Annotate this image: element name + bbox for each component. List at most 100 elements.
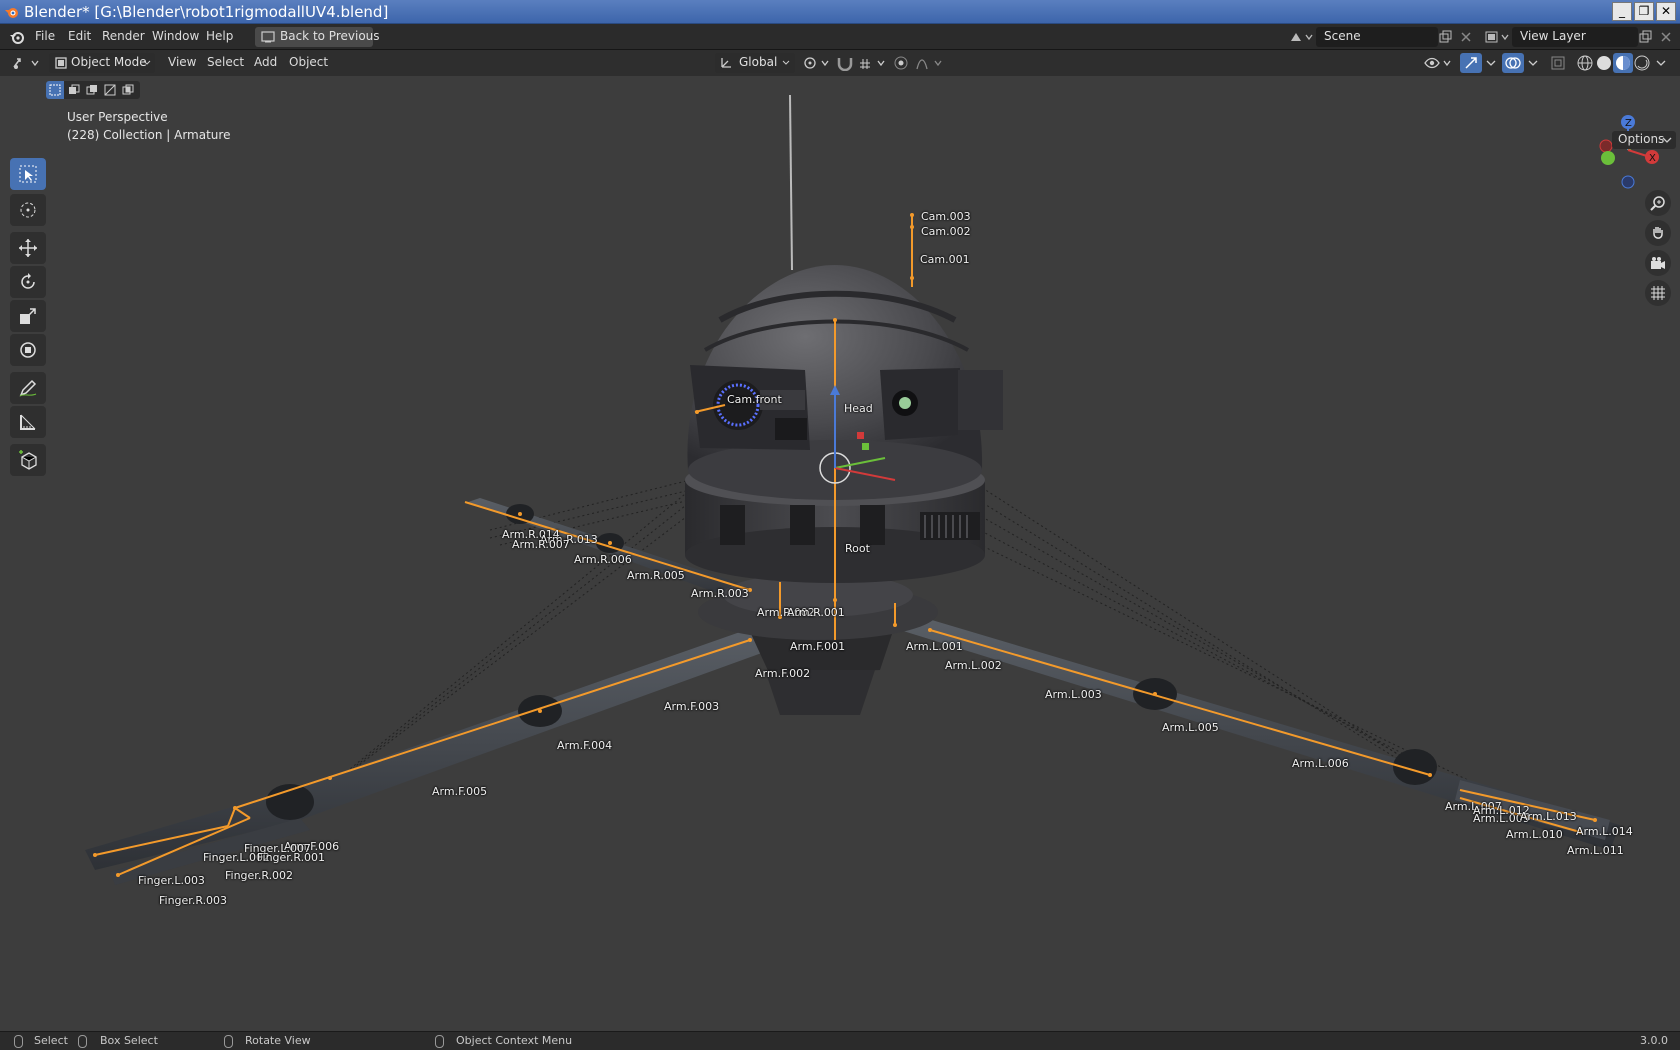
header-menu-object[interactable]: Object xyxy=(289,55,328,69)
zoom-view-button[interactable] xyxy=(1645,190,1671,216)
orthographic-toggle-button[interactable] xyxy=(1645,280,1671,306)
grid-icon xyxy=(1651,286,1665,300)
select-extend-icon[interactable] xyxy=(68,84,80,96)
selection-mode-group xyxy=(46,81,140,99)
header-menu-add[interactable]: Add xyxy=(254,55,277,69)
bone-label: Cam.003 xyxy=(921,210,971,223)
view-layer-field[interactable]: View Layer xyxy=(1512,27,1638,47)
view-layer-remove-icon[interactable] xyxy=(1659,30,1673,44)
wireframe-shading-icon[interactable] xyxy=(1576,54,1594,72)
orientation-axes-icon xyxy=(721,58,731,68)
minimize-button[interactable]: _ xyxy=(1612,2,1632,21)
xray-toggle-icon[interactable] xyxy=(1550,55,1566,71)
view-layer-selector-icon[interactable] xyxy=(1484,29,1512,45)
header-menu-select[interactable]: Select xyxy=(207,55,244,69)
view-layer-copy-icon[interactable] xyxy=(1638,30,1652,44)
tool-select-box[interactable] xyxy=(10,158,46,190)
solid-shading-icon[interactable] xyxy=(1595,54,1613,72)
tool-move[interactable] xyxy=(10,232,46,264)
hand-icon xyxy=(1653,227,1663,239)
view-layer-value: View Layer xyxy=(1520,29,1586,43)
viewport-header: Object Mode View Select Add Object Globa… xyxy=(0,50,1680,76)
editor-type-icon[interactable] xyxy=(12,55,42,71)
menu-file[interactable]: File xyxy=(35,29,55,43)
blender-version: 3.0.0 xyxy=(1640,1034,1668,1047)
bone-label: Root xyxy=(845,542,870,555)
header-menu-view[interactable]: View xyxy=(168,55,196,69)
pivot-point-icon[interactable] xyxy=(802,55,832,71)
object-mode-dropdown[interactable]: Object Mode xyxy=(49,53,155,73)
bone-label: Arm.L.014 xyxy=(1576,825,1633,838)
bone-label: Arm.L.006 xyxy=(1292,757,1349,770)
close-button[interactable]: ✕ xyxy=(1656,2,1676,21)
scene-render xyxy=(85,94,1620,885)
scene-selector-icon[interactable] xyxy=(1288,29,1316,45)
bone-label: Arm.R.006 xyxy=(574,553,632,566)
material-preview-shading-toggle[interactable] xyxy=(1613,53,1633,73)
show-gizmo-toggle[interactable] xyxy=(1460,53,1482,73)
falloff-curve-icon[interactable] xyxy=(915,55,945,71)
material-preview-icon xyxy=(1616,56,1630,70)
menu-render[interactable]: Render xyxy=(102,29,145,43)
pan-view-button[interactable] xyxy=(1645,220,1671,246)
bone-label: Arm.L.003 xyxy=(1045,688,1102,701)
scene-copy-icon[interactable] xyxy=(1438,30,1452,44)
magnifier-icon xyxy=(1650,196,1665,211)
blender-menu-icon[interactable] xyxy=(9,29,25,45)
viewport-perspective-label: User Perspective xyxy=(67,110,168,124)
bone-label: Arm.F.002 xyxy=(755,667,811,680)
status-box-select-label: Box Select xyxy=(100,1034,158,1047)
snap-magnet-icon[interactable] xyxy=(836,55,854,71)
chevron-down-icon[interactable] xyxy=(1484,55,1498,71)
chevron-down-icon[interactable] xyxy=(1654,55,1668,71)
navigation-gizmo[interactable]: Z Y X xyxy=(1592,110,1672,190)
show-overlays-toggle[interactable] xyxy=(1502,53,1524,73)
snap-target-icon[interactable] xyxy=(858,55,888,71)
mouse-drag-icon xyxy=(78,1035,87,1048)
tool-add-cube[interactable] xyxy=(10,444,46,476)
screen-back-icon xyxy=(261,31,275,43)
select-mode-new[interactable] xyxy=(46,81,64,99)
move-arrows-icon xyxy=(19,239,37,257)
3d-viewport[interactable]: User Perspective (228) Collection | Arma… xyxy=(0,50,1680,1031)
camera-view-button[interactable] xyxy=(1645,250,1671,276)
restore-button[interactable]: ❐ xyxy=(1634,2,1654,21)
tool-transform[interactable] xyxy=(10,334,46,366)
robot-model[interactable] xyxy=(85,265,1620,885)
bone-label: Arm.F.004 xyxy=(557,739,613,752)
add-cube-icon xyxy=(19,450,37,470)
proportional-edit-icon[interactable] xyxy=(893,55,909,71)
bone-label: Arm.R.005 xyxy=(627,569,685,582)
rendered-shading-icon[interactable] xyxy=(1633,54,1651,72)
top-menubar: File Edit Render Window Help Back to Pre… xyxy=(0,24,1680,50)
mouse-middle-icon xyxy=(224,1035,233,1048)
mouse-right-icon xyxy=(435,1035,444,1048)
select-invert-icon[interactable] xyxy=(104,84,116,96)
tool-measure[interactable] xyxy=(10,406,46,438)
bone-label: Arm.L.005 xyxy=(1162,721,1219,734)
transform-orientation-dropdown[interactable]: Global xyxy=(715,53,795,73)
bone-label: Arm.F.005 xyxy=(432,785,488,798)
status-select-label: Select xyxy=(34,1034,68,1047)
scene-name-field[interactable]: Scene xyxy=(1316,27,1438,47)
bone-label: Arm.F.003 xyxy=(664,700,720,713)
bone-label: Arm.L.002 xyxy=(945,659,1002,672)
menu-help[interactable]: Help xyxy=(206,29,233,43)
select-new-icon xyxy=(49,84,61,96)
back-to-previous-button[interactable]: Back to Previous xyxy=(255,27,380,47)
visibility-eye-icon[interactable] xyxy=(1424,55,1454,71)
select-subtract-icon[interactable] xyxy=(86,84,98,96)
gizmo-x-label: X xyxy=(1649,153,1656,164)
menu-edit[interactable]: Edit xyxy=(68,29,91,43)
chevron-down-icon[interactable] xyxy=(1526,55,1540,71)
tool-annotate[interactable] xyxy=(10,372,46,404)
menu-window[interactable]: Window xyxy=(152,29,199,43)
tool-cursor[interactable] xyxy=(10,194,46,226)
select-intersect-icon[interactable] xyxy=(122,84,134,96)
bone-label: Head xyxy=(844,402,873,415)
options-dropdown[interactable]: Options xyxy=(1612,131,1676,149)
chevron-down-icon xyxy=(143,60,151,65)
tool-rotate[interactable] xyxy=(10,266,46,298)
scene-remove-icon[interactable] xyxy=(1459,30,1473,44)
tool-scale[interactable] xyxy=(10,300,46,332)
